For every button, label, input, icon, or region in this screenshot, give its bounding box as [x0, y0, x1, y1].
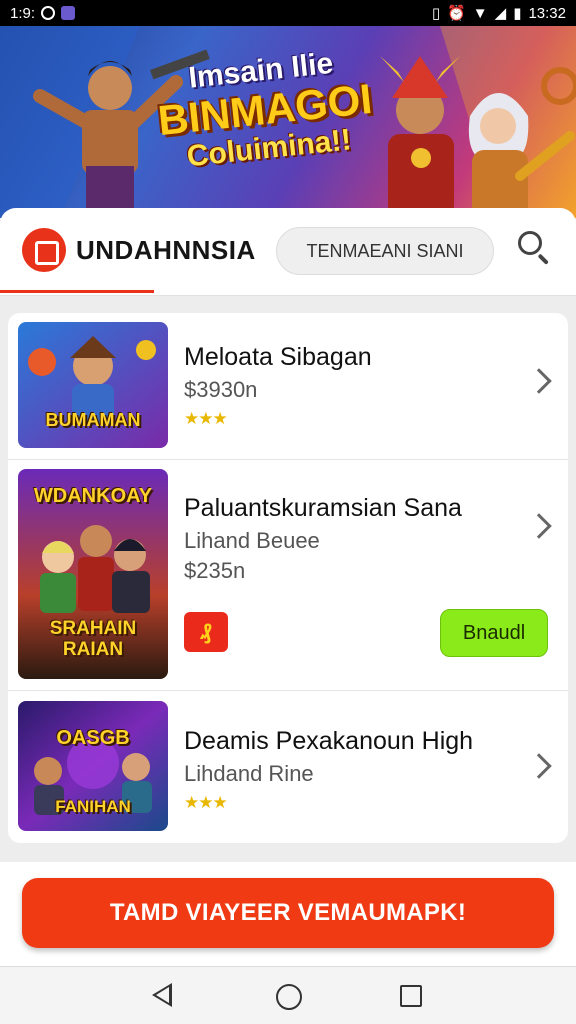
thumb-title: WDANKOAY: [33, 485, 153, 507]
tab-pill[interactable]: TENMAEANI SIANI: [276, 227, 494, 275]
app-icon: [61, 6, 76, 20]
status-bar: 1:9: ▯ ⏰ ▼ ◢ ▮ 13:32: [0, 0, 576, 26]
game-title: Deamis Pexakanoun High: [184, 727, 474, 755]
game-price: $235n: [184, 558, 246, 583]
signal-icon: ◢: [494, 5, 507, 22]
game-subtitle: Lihdand Rine: [184, 761, 314, 786]
chevron-right-icon: [526, 513, 552, 539]
chevron-right-icon: [526, 753, 552, 779]
thumb-subtitle: FANIHAN: [55, 797, 131, 816]
search-icon: [518, 231, 542, 255]
status-clock: 13:32: [528, 4, 566, 22]
system-nav-bar: [0, 966, 576, 1024]
brand[interactable]: UNDAHNNSIA: [22, 228, 256, 272]
game-thumbnail: BUMAMAN: [18, 322, 168, 448]
thumb-title: BUMAMAN: [45, 410, 141, 430]
alarm-icon: ⏰: [447, 5, 466, 22]
chevron-right-icon: [526, 368, 552, 394]
wifi-icon: ▼: [472, 4, 488, 22]
list-item[interactable]: BUMAMAN Meloata Sibagan $3930n ★★★: [8, 313, 568, 459]
app-header: UNDAHNNSIA TENMAEANI SIANI: [0, 208, 576, 296]
search-icon-handle: [537, 253, 549, 265]
battery-icon: ▮: [513, 5, 522, 22]
promo-banner[interactable]: Imsain Ilie BINMAGOI Coluimina!!: [0, 26, 576, 218]
banner-headline: Imsain Ilie BINMAGOI Coluimina!!: [145, 42, 385, 178]
thumb-title: OASGB: [56, 727, 130, 749]
back-icon[interactable]: [152, 983, 172, 1007]
brand-name: UNDAHNNSIA: [76, 234, 256, 265]
game-thumbnail: WDANKOAY SRAHAIN RAIAN: [18, 469, 168, 679]
game-title: Paluantskuramsian Sana: [184, 494, 462, 522]
game-price: $3930n: [184, 377, 258, 402]
enroll-button[interactable]: Bnaudl: [440, 609, 548, 657]
game-subtitle: Lihand Beuee: [184, 528, 320, 553]
cta-area: TAMD VIAYEER VEMAUMAPK!: [0, 862, 576, 966]
rating-stars: ★★★: [184, 793, 228, 812]
status-time: 1:9:: [10, 4, 36, 22]
rating-stars: ★★★: [184, 409, 228, 428]
game-thumbnail: OASGB FANIHAN: [18, 701, 168, 831]
home-icon[interactable]: [276, 984, 302, 1010]
brand-logo-icon: [22, 228, 66, 272]
thumb-subtitle: SRAHAIN RAIAN: [49, 618, 137, 660]
active-tab-indicator: [0, 290, 154, 293]
game-list: BUMAMAN Meloata Sibagan $3930n ★★★ WDANK…: [8, 313, 568, 843]
list-item[interactable]: WDANKOAY SRAHAIN RAIAN Paluantskuramsian…: [8, 460, 568, 690]
search-button[interactable]: [512, 226, 556, 270]
recents-icon[interactable]: [400, 985, 422, 1007]
sim-icon: ▯: [431, 5, 441, 22]
notification-icon: [41, 6, 56, 20]
list-item[interactable]: OASGB FANIHAN Deamis Pexakanoun High Lih…: [8, 691, 568, 841]
promo-badge-icon: ₰: [184, 612, 228, 652]
game-title: Meloata Sibagan: [184, 343, 372, 371]
primary-cta-button[interactable]: TAMD VIAYEER VEMAUMAPK!: [22, 878, 554, 948]
